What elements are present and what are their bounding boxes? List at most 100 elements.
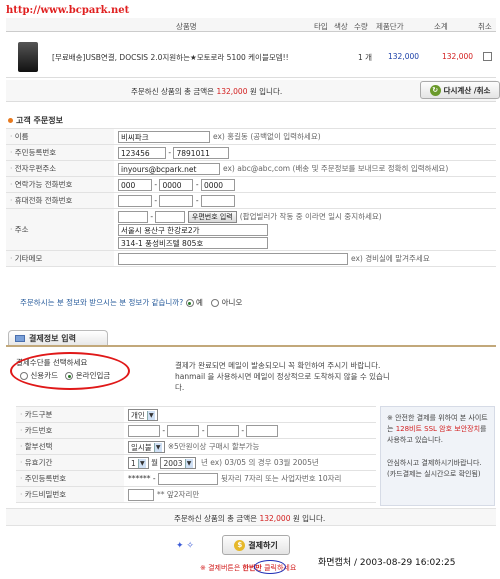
pay-button-label: 결제하기 xyxy=(248,540,278,550)
col-type: 타입 xyxy=(314,22,328,31)
product-name[interactable]: [무료배송]USB연결, DOCSIS 2.0지원하는★모토로라 5100 케이… xyxy=(52,52,312,63)
card-no-4-input[interactable] xyxy=(246,424,279,437)
total-suffix: 원 입니다. xyxy=(249,87,283,96)
zip-lookup-button[interactable]: 우편번호 입력 xyxy=(187,210,237,223)
orderer-title-text: 고객 주문정보 xyxy=(16,116,63,125)
payment-divider xyxy=(6,345,496,347)
zip-hint: (팝업빌러가 작동 중 이라면 일시 중지하세요) xyxy=(239,211,382,221)
security-notice-box: ※ 안전한 결제를 위하여 본 사이트는 128비트 SSL 암호 보안장치를 … xyxy=(380,406,495,506)
card-type-select[interactable]: 개인 ▼ xyxy=(128,408,158,421)
rrn-back-input[interactable]: 7891011 xyxy=(173,146,230,159)
cart-item-row: [무료배송]USB연결, DOCSIS 2.0지원하는★모토로라 5100 케이… xyxy=(6,36,496,78)
orderer-section-title: 고객 주문정보 xyxy=(8,115,63,126)
label-expiry: 유효기간 xyxy=(16,454,124,471)
pay-button[interactable]: $ 결제하기 xyxy=(222,535,290,555)
col-cancel: 취소 xyxy=(478,22,492,31)
phone-1-input[interactable]: 000 xyxy=(118,178,152,191)
label-name: 이름 xyxy=(6,128,114,145)
card-pw-hint: ** 앞2자리만 xyxy=(157,489,200,499)
chevron-down-icon: ▼ xyxy=(153,443,162,452)
label-rrn: 주민등록번호 xyxy=(6,144,114,161)
label-mobile: 휴대전화 전화번호 xyxy=(6,192,114,209)
same-info-question: 주문하시는 분 정보와 받으시는 분 정보가 같습니까? xyxy=(20,298,184,307)
phone-3-input[interactable]: 0000 xyxy=(200,178,235,191)
rrn-front-input[interactable]: 123456 xyxy=(118,146,166,159)
label-phone: 연락가능 전화번호 xyxy=(6,176,114,193)
payment-total-bar: 주문하신 상품의 총 금액은 132,000 원 입니다. xyxy=(6,508,496,526)
item-qty: 1 개 xyxy=(358,53,373,62)
email-input[interactable]: inyours@bcpark.net xyxy=(118,162,220,175)
expiry-hint: 년 ex) 03/05 의 경우 03월 2005년 xyxy=(200,457,319,467)
coin-icon: $ xyxy=(234,539,246,551)
same-yes-radio[interactable] xyxy=(185,299,194,307)
card-pw-input[interactable] xyxy=(128,488,154,501)
total-prefix: 주문하신 상품의 총 금액은 xyxy=(131,87,215,96)
expiry-year-value: 2003 xyxy=(163,458,183,468)
memo-input[interactable] xyxy=(118,252,348,265)
item-unit-price: 132,000 xyxy=(388,52,420,61)
label-email: 전자우편주소 xyxy=(6,160,114,177)
same-info-row: 주문하시는 분 정보와 받으시는 분 정보가 같습니까? 예 아니오 xyxy=(20,297,242,308)
site-watermark: http://www.bcpark.net xyxy=(6,5,130,16)
mobile-2-input[interactable] xyxy=(159,194,194,207)
product-thumbnail[interactable] xyxy=(18,42,38,72)
chevron-down-icon: ▼ xyxy=(184,459,193,468)
installment-hint: ※5만원이상 구매시 할부가능 xyxy=(167,441,260,451)
card-form: 카드구분 개인▼ 카드번호 - - - 할부선택 일시불▼※5만원이상 구매시 … xyxy=(16,406,376,503)
label-card-pw: 카드비밀번호 xyxy=(16,486,124,503)
mobile-1-input[interactable] xyxy=(118,194,152,207)
card-no-3-input[interactable] xyxy=(206,424,239,437)
card-icon xyxy=(15,335,25,342)
highlight-circle-once xyxy=(254,560,286,574)
chevron-down-icon: ▼ xyxy=(137,459,146,468)
label-card-rrn: 주민등록번호 xyxy=(16,470,124,487)
label-card-no: 카드번호 xyxy=(16,422,124,439)
expiry-month-value: 1 xyxy=(131,458,136,468)
bullet-icon xyxy=(8,118,13,123)
zip-1-input[interactable] xyxy=(118,210,148,223)
address-2-input[interactable]: 314-1 풍성비즈텔 805호 xyxy=(118,236,268,249)
same-no-label: 아니오 xyxy=(221,298,243,307)
card-no-1-input[interactable] xyxy=(128,424,160,437)
item-subtotal: 132,000 xyxy=(442,52,474,61)
card-rrn-input[interactable] xyxy=(157,472,218,485)
recalc-cancel-label: 다시계산 /취소 xyxy=(443,85,491,95)
name-input[interactable]: 비씨파크 xyxy=(118,130,210,143)
cart-total-bar: 주문하신 상품의 총 금액은 132,000 원 입니다. ↻ 다시계산 /취소 xyxy=(6,80,500,102)
highlight-circle-method xyxy=(10,352,130,390)
expiry-month-select[interactable]: 1 ▼ xyxy=(128,456,149,469)
installment-select[interactable]: 일시불 ▼ xyxy=(128,440,165,453)
label-card-type: 카드구분 xyxy=(16,406,124,423)
expiry-month-unit: 월 xyxy=(151,457,159,467)
payment-notice: 결제가 완료되면 메일이 발송되오니 꼭 확인하여 주시기 바랍니다. hanm… xyxy=(175,360,395,393)
memo-hint: ex) 경비실에 맡겨주세요 xyxy=(351,253,430,263)
same-no-radio[interactable] xyxy=(211,299,220,307)
col-unit-price: 제품단가 xyxy=(376,22,404,31)
payment-tab-label: 결제정보 입력 xyxy=(29,334,76,343)
payment-tab: 결제정보 입력 xyxy=(8,330,108,346)
phone-2-input[interactable]: 0000 xyxy=(159,178,194,191)
col-subtotal: 소계 xyxy=(434,22,448,31)
expiry-year-select[interactable]: 2003 ▼ xyxy=(160,456,196,469)
email-hint: ex) abc@abc,com (배송 및 주문정보를 보내므로 정확히 입력하… xyxy=(223,163,449,173)
address-1-input[interactable]: 서울시 용산구 한강로2가 xyxy=(118,223,268,236)
security-notice-ssl: 128비트 SSL 암호 보안장치 xyxy=(395,425,481,433)
sparkle-icon: ✦ ✧ xyxy=(176,541,194,551)
pay-total-suffix: 원 입니다. xyxy=(292,514,326,523)
zip-2-input[interactable] xyxy=(155,210,186,223)
card-type-value: 개인 xyxy=(131,410,145,420)
cancel-checkbox[interactable] xyxy=(483,52,492,61)
recalc-cancel-button[interactable]: ↻ 다시계산 /취소 xyxy=(420,81,500,99)
installment-value: 일시불 xyxy=(131,442,152,452)
total-amount: 132,000 xyxy=(216,87,248,96)
col-qty: 수량 xyxy=(354,22,368,31)
card-no-2-input[interactable] xyxy=(167,424,200,437)
chevron-down-icon: ▼ xyxy=(146,411,155,420)
cart-header: 상품명 타입 색상 수량 제품단가 소계 취소 xyxy=(6,18,496,32)
card-rrn-hint: 뒷자리 7자리 또는 사업자번호 10자리 xyxy=(220,473,342,483)
security-notice-3: 안심하시고 결제하시기바랍니다. (카드결제는 실시간으로 확인됨) xyxy=(387,459,482,478)
label-memo: 기타메모 xyxy=(6,250,114,267)
label-address: 주소 xyxy=(6,208,114,251)
card-rrn-mask: ****** xyxy=(128,473,151,483)
mobile-3-input[interactable] xyxy=(200,194,235,207)
